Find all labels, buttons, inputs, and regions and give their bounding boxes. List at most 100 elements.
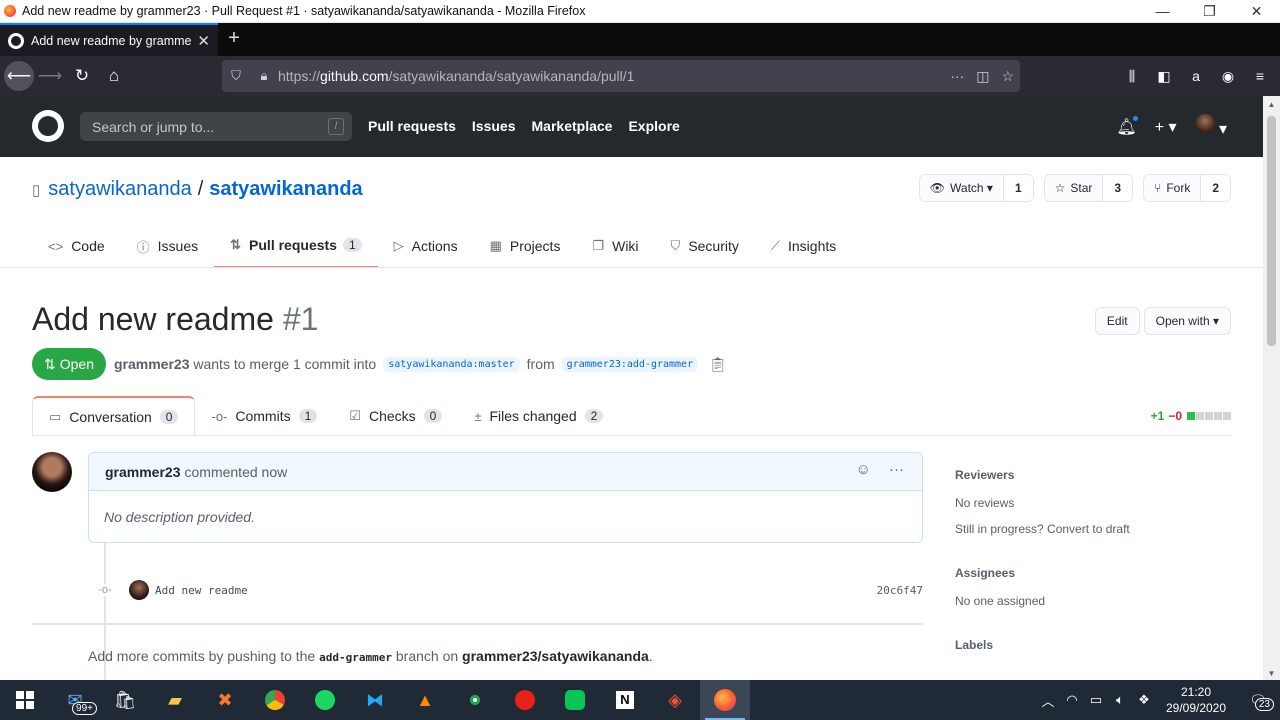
tab-conversation[interactable]: ▭ Conversation 0 bbox=[32, 396, 196, 436]
account-icon[interactable]: ◉ bbox=[1216, 60, 1240, 92]
tab-security[interactable]: ⛉ Security bbox=[655, 224, 755, 268]
create-new-dropdown[interactable]: + ▾ bbox=[1155, 117, 1177, 137]
dropbox-icon[interactable]: ❖ bbox=[1132, 692, 1156, 708]
tab-actions[interactable]: ▷ Actions bbox=[378, 224, 474, 268]
open-with-button[interactable]: Open with ▾ bbox=[1143, 307, 1231, 335]
system-tray: ︿ ◠ ▭ 🔈︎ ❖ 21:20 29/09/2020 🗨︎ 23 bbox=[1036, 680, 1280, 720]
tab-wiki[interactable]: ❐ Wiki bbox=[576, 224, 654, 268]
taskbar-vlc[interactable]: ▲ bbox=[400, 680, 450, 720]
commit-author-avatar[interactable] bbox=[129, 580, 149, 600]
window-title: Add new readme by grammer23 · Pull Reque… bbox=[22, 4, 586, 18]
nav-pull-requests[interactable]: Pull requests bbox=[368, 118, 456, 134]
repo-owner-link[interactable]: satyawikananda bbox=[48, 178, 191, 201]
browser-tab-active[interactable]: Add new readme by grammer23 · Pull Reque… bbox=[0, 23, 218, 56]
page-actions-icon[interactable]: ··· bbox=[950, 68, 964, 85]
taskbar-chrome[interactable] bbox=[250, 680, 300, 720]
more-options-icon[interactable]: ··· bbox=[889, 461, 904, 478]
taskbar-line[interactable] bbox=[550, 680, 600, 720]
reviewers-title[interactable]: Reviewers bbox=[955, 468, 1230, 482]
menu-hamburger-icon[interactable]: ≡ bbox=[1248, 60, 1272, 92]
tab-files-changed[interactable]: ± Files changed 2 bbox=[458, 396, 619, 436]
tab-insights[interactable]: ⟋ Insights bbox=[755, 224, 852, 268]
forward-button[interactable]: ⟶ bbox=[34, 60, 66, 92]
hint-repo-link[interactable]: grammer23/satyawikananda bbox=[462, 648, 649, 664]
commit-message-link[interactable]: Add new readme bbox=[155, 584, 248, 597]
copy-clipboard-icon[interactable]: 📋︎ bbox=[709, 356, 727, 373]
commit-sha-link[interactable]: 20c6f47 bbox=[877, 584, 923, 597]
home-button[interactable]: ⌂ bbox=[98, 60, 130, 92]
checklist-icon: ☑ bbox=[349, 408, 361, 423]
page-scrollbar[interactable]: ▲ ▼ bbox=[1263, 96, 1280, 680]
sidebar-toggle-icon[interactable]: ◧ bbox=[1152, 60, 1176, 92]
base-branch[interactable]: satyawikananda:master bbox=[383, 356, 520, 372]
comment-author-link[interactable]: grammer23 bbox=[105, 464, 181, 480]
library-icon[interactable]: ⫼ bbox=[1120, 60, 1144, 92]
star-button[interactable]: ☆ Star 3 bbox=[1043, 174, 1134, 202]
start-button[interactable] bbox=[0, 680, 50, 720]
new-tab-button[interactable]: + bbox=[218, 23, 250, 56]
search-input[interactable]: Search or jump to... / bbox=[80, 112, 352, 141]
wifi-icon[interactable]: ◠ bbox=[1060, 692, 1084, 708]
repo-breadcrumb: ▯ satyawikananda / satyawikananda bbox=[32, 178, 363, 201]
fork-button[interactable]: ⑂ Fork 2 bbox=[1143, 174, 1231, 202]
emoji-reaction-icon[interactable]: ☺ bbox=[856, 461, 871, 478]
back-button[interactable]: ⟵ bbox=[4, 61, 34, 91]
system-clock[interactable]: 21:20 29/09/2020 bbox=[1156, 684, 1236, 716]
github-logo-icon[interactable] bbox=[32, 110, 64, 142]
lock-icon[interactable]: 🔒︎ bbox=[250, 68, 278, 84]
assignees-title[interactable]: Assignees bbox=[955, 566, 1230, 580]
tab-issues[interactable]: ⓘ Issues bbox=[121, 224, 214, 268]
scrollbar-thumb[interactable] bbox=[1267, 116, 1276, 346]
tab-code[interactable]: <> Code bbox=[32, 224, 121, 268]
bookmark-star-icon[interactable]: ☆ bbox=[1001, 68, 1014, 85]
nav-explore[interactable]: Explore bbox=[628, 118, 679, 134]
pr-author-link[interactable]: grammer23 bbox=[114, 356, 190, 372]
amazon-extension-icon[interactable]: a bbox=[1184, 60, 1208, 92]
close-window-button[interactable]: ✕ bbox=[1233, 0, 1280, 23]
repo-name-link[interactable]: satyawikananda bbox=[209, 178, 362, 201]
url-bar[interactable]: ⛉ 🔒︎ https://github.com/satyawikananda/s… bbox=[222, 60, 1020, 92]
reload-button[interactable]: ↻ bbox=[66, 60, 98, 92]
nav-marketplace[interactable]: Marketplace bbox=[532, 118, 613, 134]
taskbar-vscode[interactable]: ⧓ bbox=[350, 680, 400, 720]
taskbar-notion[interactable]: N bbox=[600, 680, 650, 720]
tab-insights-label: Insights bbox=[788, 238, 837, 254]
volume-icon[interactable]: 🔈︎ bbox=[1108, 692, 1132, 708]
user-menu[interactable]: ▾ bbox=[1194, 114, 1227, 139]
watch-count[interactable]: 1 bbox=[1003, 175, 1033, 201]
taskbar-spotify[interactable] bbox=[300, 680, 350, 720]
taskbar-store[interactable]: 🛍︎ bbox=[100, 680, 150, 720]
scroll-up-arrow-icon[interactable]: ▲ bbox=[1263, 100, 1280, 109]
tab-checks[interactable]: ☑ Checks 0 bbox=[333, 396, 458, 436]
convert-to-draft-link[interactable]: Still in progress? Convert to draft bbox=[955, 522, 1230, 536]
minimize-button[interactable]: — bbox=[1139, 0, 1186, 23]
nav-issues[interactable]: Issues bbox=[472, 118, 516, 134]
tab-commits[interactable]: -o- Commits 1 bbox=[195, 396, 333, 436]
taskbar-firefox[interactable] bbox=[700, 680, 750, 720]
notifications-bell-icon[interactable]: 🔔︎ bbox=[1116, 113, 1140, 137]
watch-button[interactable]: 👁︎ Watch ▾ 1 bbox=[918, 174, 1034, 202]
fork-count[interactable]: 2 bbox=[1201, 175, 1230, 201]
battery-icon[interactable]: ▭ bbox=[1084, 692, 1108, 708]
labels-title[interactable]: Labels bbox=[955, 638, 1230, 652]
close-tab-icon[interactable]: ✕ bbox=[197, 32, 210, 50]
tab-pull-requests[interactable]: ⇅ Pull requests 1 bbox=[214, 224, 378, 268]
taskbar-mail[interactable]: ✉ 99+ bbox=[50, 680, 100, 720]
tracking-shield-icon[interactable]: ⛉ bbox=[222, 68, 250, 84]
taskbar-file-explorer[interactable]: ▰ bbox=[150, 680, 200, 720]
pocket-icon[interactable]: ◫ bbox=[976, 68, 989, 85]
head-branch[interactable]: grammer23:add-grammer bbox=[561, 356, 699, 372]
taskbar-mongodb[interactable] bbox=[450, 680, 500, 720]
store-icon: 🛍︎ bbox=[113, 689, 137, 710]
maximize-button[interactable]: ❐ bbox=[1186, 0, 1233, 23]
edit-button[interactable]: Edit bbox=[1094, 307, 1140, 335]
taskbar-git[interactable]: ◈ bbox=[650, 680, 700, 720]
tab-projects[interactable]: ▦ Projects bbox=[474, 224, 577, 268]
star-count[interactable]: 3 bbox=[1103, 175, 1133, 201]
taskbar-youtube[interactable] bbox=[500, 680, 550, 720]
action-center-button[interactable]: 🗨︎ 23 bbox=[1236, 692, 1280, 711]
show-hidden-icons-chevron-icon[interactable]: ︿ bbox=[1036, 691, 1060, 710]
avatar[interactable] bbox=[32, 452, 72, 492]
taskbar-xampp[interactable]: ✖ bbox=[200, 680, 250, 720]
scroll-down-arrow-icon[interactable]: ▼ bbox=[1263, 669, 1280, 678]
